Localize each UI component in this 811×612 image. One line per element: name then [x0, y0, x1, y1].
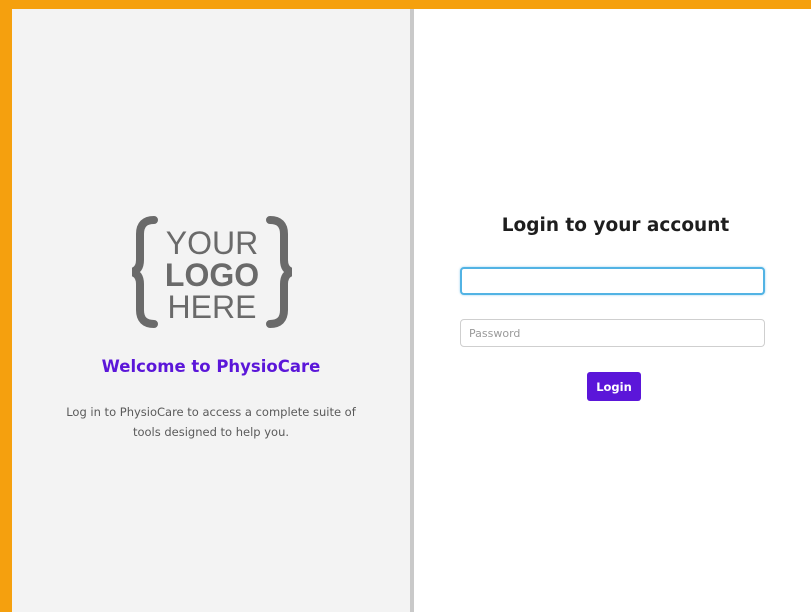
- password-input[interactable]: [460, 319, 765, 347]
- logo-text-line3: HERE: [168, 289, 257, 325]
- welcome-description: Log in to PhysioCare to access a complet…: [66, 405, 356, 439]
- username-input[interactable]: [460, 267, 765, 295]
- login-button[interactable]: Login: [587, 372, 641, 401]
- welcome-panel: YOUR LOGO HERE Welcome to PhysioCare Log…: [12, 9, 410, 612]
- login-title: Login to your account: [501, 215, 730, 236]
- login-panel: Login to your account Login: [414, 9, 811, 612]
- logo-text-line2: LOGO: [165, 257, 259, 293]
- welcome-heading: Welcome to PhysioCare: [101, 357, 321, 376]
- app-frame: YOUR LOGO HERE Welcome to PhysioCare Log…: [12, 9, 811, 612]
- logo-text-line1: YOUR: [166, 225, 258, 261]
- logo-placeholder: YOUR LOGO HERE: [132, 216, 292, 328]
